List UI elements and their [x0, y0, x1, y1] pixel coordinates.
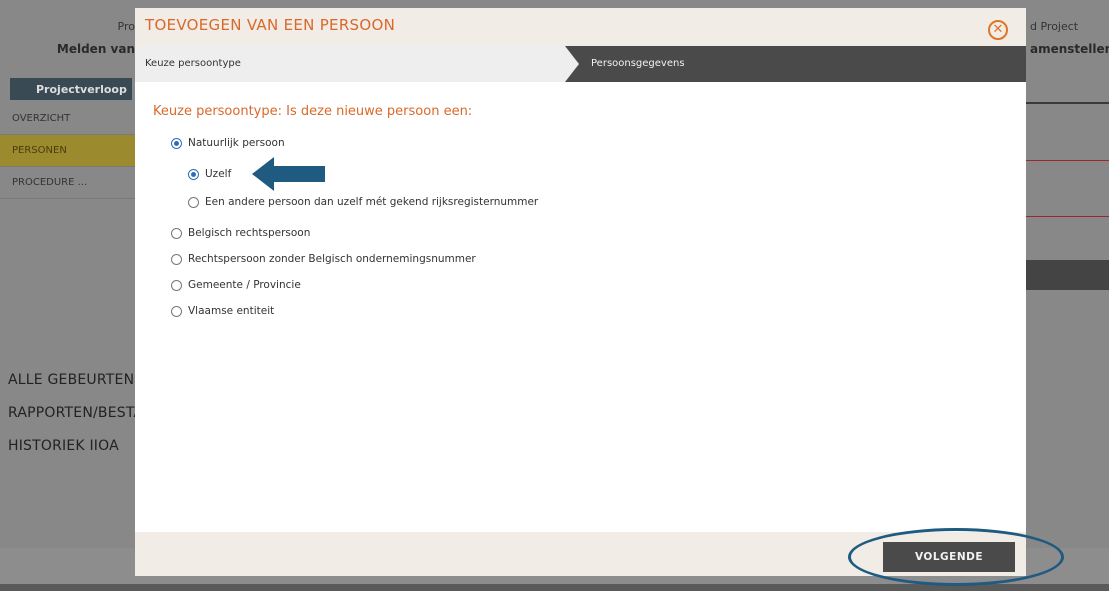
bg-right-text: d Project — [1030, 20, 1079, 33]
step-label: Keuze persoontype — [145, 58, 241, 69]
radio-uzelf[interactable]: Uzelf — [188, 168, 231, 180]
close-icon[interactable]: ✕ — [988, 20, 1008, 40]
tab-projectverloop: Projectverloop — [10, 78, 132, 100]
annotation-ellipse-icon — [848, 528, 1064, 586]
radio-gemeente-provincie[interactable]: Gemeente / Provincie — [171, 279, 301, 291]
dialog-header: TOEVOEGEN VAN EEN PERSOON ✕ — [135, 8, 1026, 46]
bg-link-historiek: HISTORIEK IIOA — [8, 438, 119, 454]
bg-header-title: Melden van — [56, 42, 135, 56]
radio-rechtspersoon-zonder-nummer[interactable]: Rechtspersoon zonder Belgisch ondernemin… — [171, 253, 476, 265]
nav-item-overzicht: OVERZICHT — [0, 103, 135, 135]
radio-empty-icon[interactable] — [171, 305, 182, 317]
radio-natuurlijk-persoon[interactable]: Natuurlijk persoon — [171, 137, 285, 149]
nav-item-procedure: PROCEDURE ... — [0, 167, 135, 199]
radio-selected-icon[interactable] — [171, 137, 182, 149]
radio-vlaamse-entiteit[interactable]: Vlaamse entiteit — [171, 305, 274, 317]
radio-label: Uzelf — [205, 168, 232, 180]
bg-divider — [1026, 216, 1109, 217]
bg-header-text: Pro — [117, 20, 135, 33]
radio-empty-icon[interactable] — [171, 227, 182, 239]
radio-label: Een andere persoon dan uzelf mét gekend … — [205, 196, 539, 208]
add-person-dialog: TOEVOEGEN VAN EEN PERSOON ✕ Keuze persoo… — [135, 8, 1026, 576]
radio-label: Belgisch rechtspersoon — [188, 227, 311, 239]
annotation-arrow-icon — [252, 157, 325, 191]
bg-right-title: amenstellen — [1030, 42, 1109, 56]
bg-link-rapporten: RAPPORTEN/BESTA — [8, 405, 144, 421]
step-arrow-icon — [565, 46, 579, 82]
radio-label: Natuurlijk persoon — [188, 137, 285, 149]
dialog-title: TOEVOEGEN VAN EEN PERSOON — [145, 16, 396, 34]
bg-divider — [1026, 160, 1109, 161]
radio-label: Gemeente / Provincie — [188, 279, 301, 291]
step-keuze-persoontype: Keuze persoontype — [135, 46, 565, 82]
bg-dark-block — [1026, 260, 1109, 290]
radio-andere-persoon[interactable]: Een andere persoon dan uzelf mét gekend … — [188, 196, 538, 208]
radio-empty-icon[interactable] — [188, 196, 199, 208]
radio-empty-icon[interactable] — [171, 253, 182, 265]
wizard-steps: Keuze persoontype Persoonsgegevens — [135, 46, 1026, 82]
bg-left-nav: OVERZICHT PERSONEN PROCEDURE ... — [0, 103, 135, 199]
bg-divider — [1026, 102, 1109, 104]
radio-label: Vlaamse entiteit — [188, 305, 275, 317]
step-label: Persoonsgegevens — [591, 58, 685, 69]
radio-empty-icon[interactable] — [171, 279, 182, 291]
radio-belgisch-rechtspersoon[interactable]: Belgisch rechtspersoon — [171, 227, 310, 239]
bg-link-gebeurtenissen: ALLE GEBEURTENIS — [8, 372, 148, 388]
radio-label: Rechtspersoon zonder Belgisch ondernemin… — [188, 253, 476, 265]
nav-item-personen: PERSONEN — [0, 135, 135, 167]
radio-selected-icon[interactable] — [188, 168, 199, 180]
question-heading: Keuze persoontype: Is deze nieuwe persoo… — [153, 104, 473, 119]
